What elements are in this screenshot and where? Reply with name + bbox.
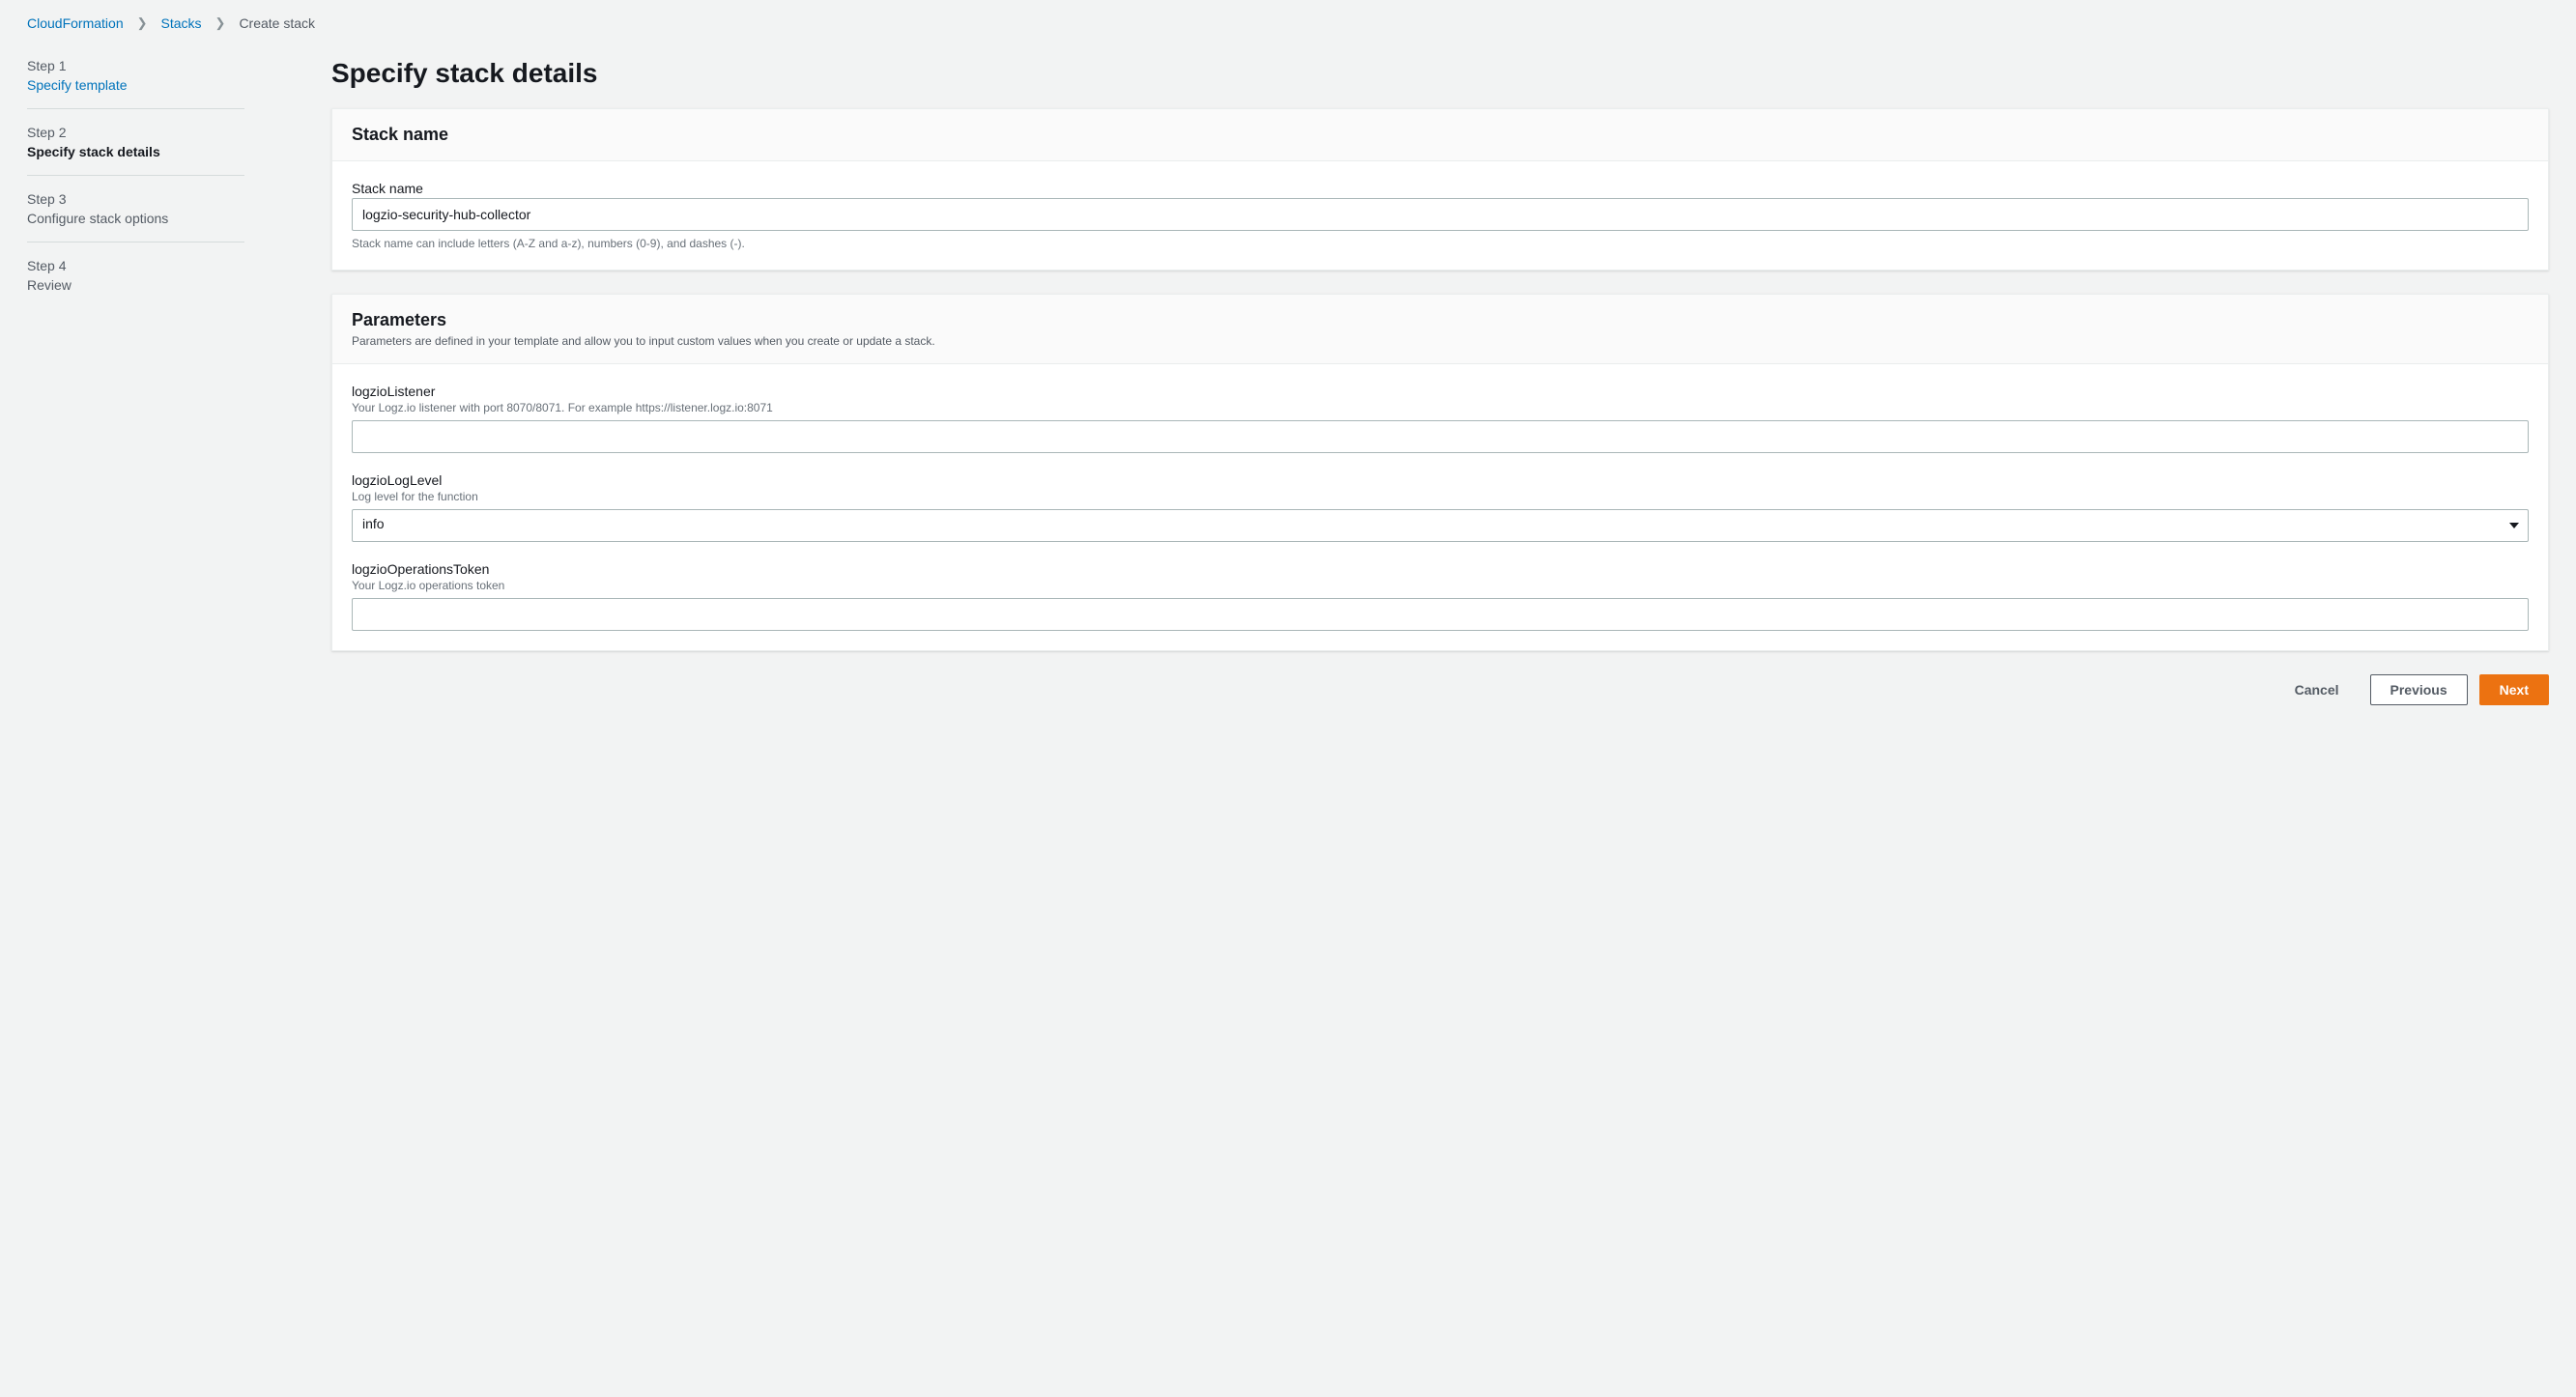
breadcrumb-current: Create stack	[239, 15, 315, 31]
step-4: Step 4 Review	[27, 258, 244, 308]
step-3: Step 3 Configure stack options	[27, 191, 244, 242]
cancel-button[interactable]: Cancel	[2275, 674, 2359, 705]
wizard-actions: Cancel Previous Next	[331, 674, 2549, 705]
breadcrumb-stacks[interactable]: Stacks	[161, 15, 202, 31]
param-logzioListener-input[interactable]	[352, 420, 2529, 453]
page-title: Specify stack details	[331, 58, 2549, 89]
stack-name-heading: Stack name	[352, 125, 2529, 145]
parameters-desc: Parameters are defined in your template …	[352, 334, 2529, 348]
breadcrumb-cloudformation[interactable]: CloudFormation	[27, 15, 124, 31]
param-logzioLogLevel-desc: Log level for the function	[352, 490, 2529, 503]
stack-name-input[interactable]	[352, 198, 2529, 231]
wizard-steps: Step 1 Specify template Step 2 Specify s…	[27, 58, 244, 705]
step-label: Specify stack details	[27, 144, 244, 159]
chevron-right-icon: ❯	[137, 15, 148, 31]
param-logzioLogLevel-select[interactable]: info	[352, 509, 2529, 542]
param-logzioLogLevel-label: logzioLogLevel	[352, 472, 2529, 488]
chevron-right-icon: ❯	[215, 15, 226, 31]
stack-name-panel: Stack name Stack name Stack name can inc…	[331, 108, 2549, 271]
stack-name-label: Stack name	[352, 181, 2529, 196]
step-1[interactable]: Step 1 Specify template	[27, 58, 244, 109]
previous-button[interactable]: Previous	[2370, 674, 2468, 705]
step-2: Step 2 Specify stack details	[27, 125, 244, 176]
param-logzioOperationsToken-label: logzioOperationsToken	[352, 561, 2529, 577]
step-number: Step 1	[27, 58, 244, 73]
param-logzioListener-desc: Your Logz.io listener with port 8070/807…	[352, 401, 2529, 414]
parameters-panel: Parameters Parameters are defined in you…	[331, 294, 2549, 651]
step-label: Configure stack options	[27, 211, 244, 226]
param-logzioListener-label: logzioListener	[352, 384, 2529, 399]
step-number: Step 3	[27, 191, 244, 207]
step-label: Review	[27, 277, 244, 293]
breadcrumb: CloudFormation ❯ Stacks ❯ Create stack	[27, 15, 2549, 31]
step-number: Step 4	[27, 258, 244, 273]
step-number: Step 2	[27, 125, 244, 140]
param-logzioOperationsToken-input[interactable]	[352, 598, 2529, 631]
parameters-heading: Parameters	[352, 310, 2529, 330]
next-button[interactable]: Next	[2479, 674, 2549, 705]
stack-name-hint: Stack name can include letters (A-Z and …	[352, 237, 2529, 250]
param-logzioOperationsToken-desc: Your Logz.io operations token	[352, 579, 2529, 592]
step-label: Specify template	[27, 77, 244, 93]
